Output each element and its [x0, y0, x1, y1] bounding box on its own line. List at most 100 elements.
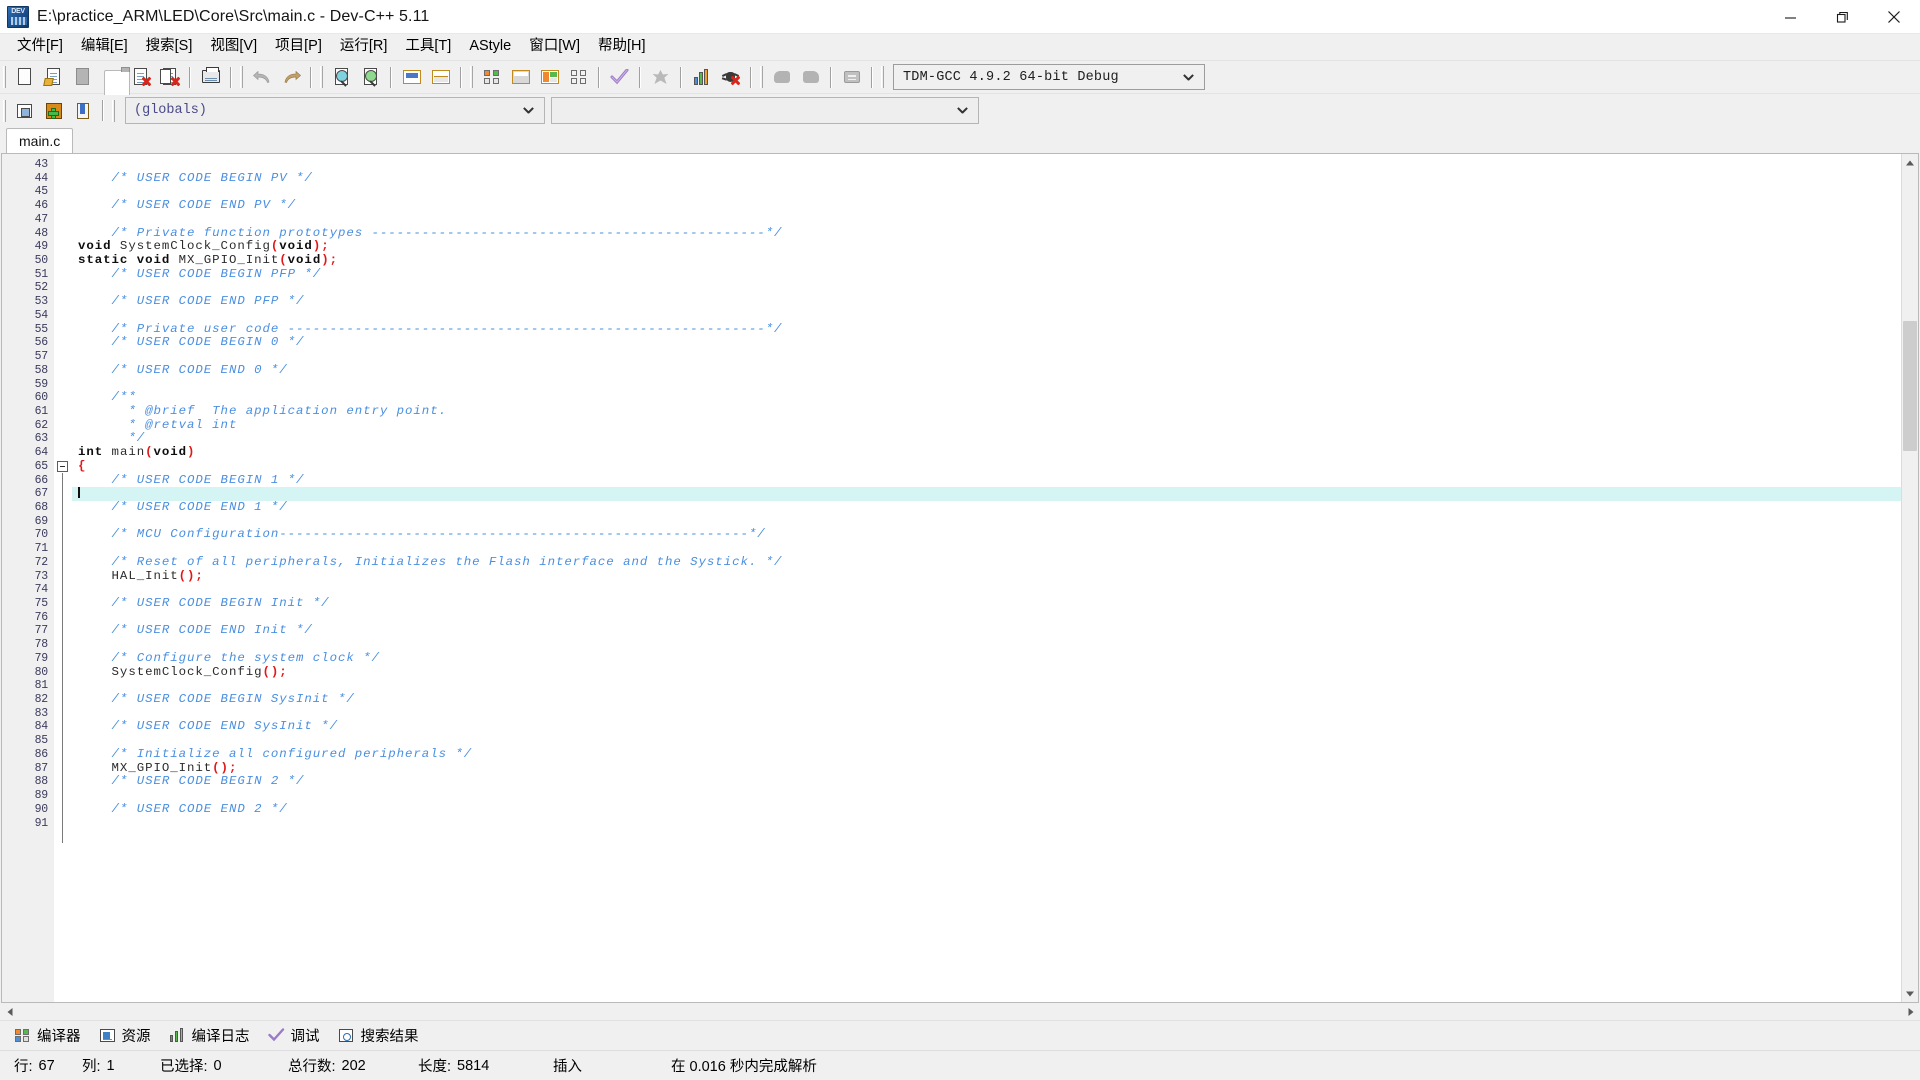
redo-button[interactable]	[276, 64, 305, 91]
profile-analysis-button[interactable]	[687, 64, 716, 91]
print-button[interactable]	[196, 64, 225, 91]
toolbar-grip[interactable]	[3, 66, 6, 88]
menu-astyle[interactable]: AStyle	[460, 35, 520, 58]
code-line[interactable]: /* Configure the system clock */	[72, 651, 1901, 666]
code-line[interactable]: /* Initialize all configured peripherals…	[72, 747, 1901, 762]
code-line[interactable]: /* USER CODE BEGIN PV */	[72, 171, 1901, 186]
code-line[interactable]: /* Reset of all peripherals, Initializes…	[72, 555, 1901, 570]
code-area[interactable]: 43 44 45 46 47 48 49 50 51 52 53 54 55 56 57 58 59 60 61 62…	[2, 154, 1901, 1002]
compiler-set-select[interactable]: TDM-GCC 4.9.2 64-bit Debug	[893, 64, 1205, 90]
code-line[interactable]: /* USER CODE BEGIN 0 */	[72, 335, 1901, 350]
compile-button[interactable]	[605, 64, 634, 91]
forward-button[interactable]	[796, 64, 825, 91]
code-line[interactable]: /**	[72, 390, 1901, 405]
code-line[interactable]: /* USER CODE END 0 */	[72, 363, 1901, 378]
stop-execution-button[interactable]	[646, 64, 675, 91]
goto-line-button[interactable]	[397, 64, 426, 91]
close-button[interactable]	[1868, 0, 1920, 34]
globals-scope-select[interactable]: (globals)	[125, 97, 545, 124]
code-line[interactable]	[72, 309, 1901, 323]
undo-button[interactable]	[247, 64, 276, 91]
code-line[interactable]: /* USER CODE END Init */	[72, 624, 1901, 638]
add-to-project-button[interactable]	[39, 97, 68, 124]
code-line[interactable]: /* USER CODE BEGIN 1 */	[72, 473, 1901, 488]
code-line[interactable]	[72, 213, 1901, 227]
close-file-button[interactable]	[126, 64, 155, 91]
code-line[interactable]: * @brief The application entry point.	[72, 404, 1901, 419]
class-members-select[interactable]	[551, 97, 979, 124]
menu-project[interactable]: 项目[P]	[266, 35, 331, 58]
scroll-up-button[interactable]	[1902, 154, 1918, 171]
project-options-button[interactable]	[506, 64, 535, 91]
code-line[interactable]: /* MCU Configuration--------------------…	[72, 528, 1901, 542]
code-line[interactable]: MX_GPIO_Init();	[72, 761, 1901, 776]
bottom-tab-resources[interactable]: 资源	[93, 1022, 163, 1049]
menu-run[interactable]: 运行[R]	[331, 35, 397, 58]
code-line[interactable]: /* USER CODE END 2 */	[72, 802, 1901, 817]
toggle-bookmark-button[interactable]	[68, 97, 97, 124]
menu-window[interactable]: 窗口[W]	[520, 35, 589, 58]
new-project-button[interactable]	[477, 64, 506, 91]
code-line[interactable]: SystemClock_Config();	[72, 665, 1901, 680]
toolbar-grip[interactable]	[240, 66, 243, 88]
insert-snippet-button[interactable]	[10, 97, 39, 124]
code-line[interactable]: /* Private user code -------------------…	[72, 322, 1901, 337]
code-line[interactable]: static void MX_GPIO_Init(void);	[72, 253, 1901, 268]
code-line[interactable]	[72, 583, 1901, 597]
code-line[interactable]	[72, 542, 1901, 556]
code-line[interactable]	[72, 185, 1901, 199]
code-line[interactable]	[72, 378, 1901, 392]
find-button[interactable]	[327, 64, 356, 91]
code-line[interactable]	[72, 707, 1901, 721]
vertical-scroll-thumb[interactable]	[1903, 321, 1917, 451]
menu-tools[interactable]: 工具[T]	[396, 35, 460, 58]
toolbar-grip[interactable]	[470, 66, 473, 88]
code-line[interactable]: {	[72, 459, 1901, 474]
save-file-button[interactable]	[68, 64, 97, 91]
code-line[interactable]	[72, 734, 1901, 748]
code-line[interactable]: */	[72, 432, 1901, 446]
code-line[interactable]: /* USER CODE END SysInit */	[72, 720, 1901, 734]
code-line[interactable]	[72, 281, 1901, 295]
tab-main-c[interactable]: main.c	[6, 128, 74, 153]
code-line[interactable]	[72, 679, 1901, 693]
bottom-tab-compile-log[interactable]: 编译日志	[163, 1022, 262, 1049]
code-line[interactable]: * @retval int	[72, 418, 1901, 433]
vertical-scrollbar[interactable]	[1901, 154, 1918, 1002]
bottom-tab-compiler[interactable]: 编译器	[8, 1022, 93, 1049]
scroll-right-button[interactable]	[1902, 1003, 1919, 1020]
toolbar-grip[interactable]	[881, 66, 884, 88]
project-view-button[interactable]	[564, 64, 593, 91]
code-line[interactable]	[72, 158, 1901, 172]
code-line[interactable]: /* USER CODE BEGIN Init */	[72, 596, 1901, 611]
code-line[interactable]	[72, 817, 1901, 831]
replace-button[interactable]	[356, 64, 385, 91]
back-button[interactable]	[767, 64, 796, 91]
code-line[interactable]	[72, 611, 1901, 625]
code-line[interactable]: /* USER CODE BEGIN 2 */	[72, 774, 1901, 789]
menu-view[interactable]: 视图[V]	[201, 35, 266, 58]
bottom-tab-debug[interactable]: 调试	[262, 1022, 332, 1049]
horizontal-scrollbar[interactable]	[1, 1003, 1919, 1020]
close-all-button[interactable]	[155, 64, 184, 91]
menu-help[interactable]: 帮助[H]	[589, 35, 655, 58]
restore-button[interactable]	[1816, 0, 1868, 34]
horizontal-scroll-track[interactable]	[18, 1003, 1902, 1020]
code-line[interactable]: /* USER CODE BEGIN SysInit */	[72, 692, 1901, 707]
save-all-button[interactable]	[97, 64, 130, 95]
code-text[interactable]: /* USER CODE BEGIN PV */ /* USER CODE EN…	[72, 154, 1901, 1002]
minimize-button[interactable]	[1764, 0, 1816, 34]
code-line[interactable]	[72, 638, 1901, 652]
code-line[interactable]	[72, 350, 1901, 364]
code-line[interactable]	[72, 487, 1901, 501]
toolbar-grip[interactable]	[3, 99, 6, 122]
code-line[interactable]: HAL_Init();	[72, 569, 1901, 584]
code-line[interactable]: /* Private function prototypes ---------…	[72, 226, 1901, 241]
code-line[interactable]: /* USER CODE END PFP */	[72, 294, 1901, 309]
scroll-left-button[interactable]	[1, 1003, 18, 1020]
code-line[interactable]: /* USER CODE END PV */	[72, 198, 1901, 213]
fold-toggle[interactable]	[57, 460, 68, 472]
debug-button[interactable]	[716, 64, 745, 91]
code-line[interactable]: int main(void)	[72, 445, 1901, 460]
toolbar-grip[interactable]	[320, 66, 323, 88]
